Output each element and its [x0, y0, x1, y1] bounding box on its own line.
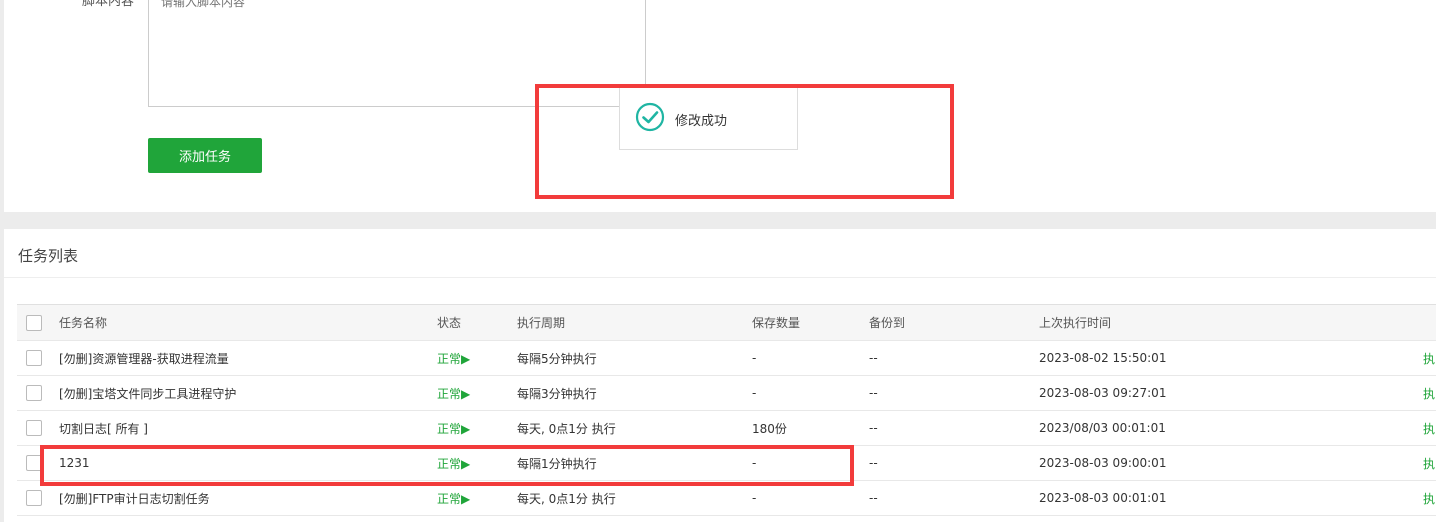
- column-header-backup[interactable]: 备份到: [869, 304, 1039, 341]
- table-row: [勿删]FTP审计日志切割任务 正常▶ 每天, 0点1分 执行 - -- 202…: [17, 480, 1436, 516]
- column-header-status[interactable]: 状态: [437, 304, 517, 341]
- panel-divider: [4, 277, 1436, 278]
- task-last-run: 2023-08-02 15:50:01: [1039, 340, 1423, 376]
- task-name: 1231: [59, 445, 437, 481]
- task-cycle: 每隔5分钟执行: [517, 340, 752, 376]
- execute-link[interactable]: 执: [1423, 445, 1436, 481]
- execute-link[interactable]: 执: [1423, 480, 1436, 516]
- task-name: [勿删]FTP审计日志切割任务: [59, 480, 437, 516]
- column-header-cycle[interactable]: 执行周期: [517, 304, 752, 341]
- task-status-toggle[interactable]: 正常▶: [437, 445, 517, 481]
- task-last-run: 2023/08/03 00:01:01: [1039, 410, 1423, 446]
- task-name: [勿删]宝塔文件同步工具进程守护: [59, 375, 437, 411]
- task-cycle: 每天, 0点1分 执行: [517, 480, 752, 516]
- row-checkbox[interactable]: [26, 385, 42, 401]
- toast-message: 修改成功: [675, 114, 728, 129]
- task-last-run: 2023-08-03 09:27:01: [1039, 375, 1423, 411]
- task-list-panel: 任务列表 任务名称 状态 执行周期 保存数量 备份到 上次执行时间 [勿删]资源…: [4, 229, 1436, 522]
- table-row: 切割日志[ 所有 ] 正常▶ 每天, 0点1分 执行 180份 -- 2023/…: [17, 410, 1436, 446]
- table-row: 1231 正常▶ 每隔1分钟执行 - -- 2023-08-03 09:00:0…: [17, 445, 1436, 481]
- task-backup: --: [869, 480, 1039, 516]
- task-status-toggle[interactable]: 正常▶: [437, 375, 517, 411]
- table-row: [勿删]资源管理器-获取进程流量 正常▶ 每隔5分钟执行 - -- 2023-0…: [17, 340, 1436, 376]
- task-keep: -: [752, 480, 869, 516]
- row-checkbox[interactable]: [26, 490, 42, 506]
- task-last-run: 2023-08-03 00:01:01: [1039, 480, 1423, 516]
- row-checkbox[interactable]: [26, 455, 42, 471]
- task-cycle: 每隔1分钟执行: [517, 445, 752, 481]
- task-backup: --: [869, 445, 1039, 481]
- task-status-toggle[interactable]: 正常▶: [437, 480, 517, 516]
- task-keep: -: [752, 375, 869, 411]
- task-backup: --: [869, 340, 1039, 376]
- task-status-toggle[interactable]: 正常▶: [437, 410, 517, 446]
- row-checkbox[interactable]: [26, 350, 42, 366]
- execute-link[interactable]: 执: [1423, 375, 1436, 411]
- execute-link[interactable]: 执: [1423, 410, 1436, 446]
- task-status-toggle[interactable]: 正常▶: [437, 340, 517, 376]
- script-content-label: 脚本内容: [81, 0, 134, 9]
- column-header-keep[interactable]: 保存数量: [752, 304, 869, 341]
- table-header-row: 任务名称 状态 执行周期 保存数量 备份到 上次执行时间: [17, 304, 1436, 341]
- table-row: [勿删]宝塔文件同步工具进程守护 正常▶ 每隔3分钟执行 - -- 2023-0…: [17, 375, 1436, 411]
- task-backup: --: [869, 375, 1039, 411]
- task-backup: --: [869, 410, 1039, 446]
- execute-link[interactable]: 执: [1423, 340, 1436, 376]
- task-cycle: 每天, 0点1分 执行: [517, 410, 752, 446]
- row-checkbox[interactable]: [26, 420, 42, 436]
- success-check-icon: [635, 102, 665, 132]
- task-table: 任务名称 状态 执行周期 保存数量 备份到 上次执行时间 [勿删]资源管理器-获…: [17, 304, 1436, 516]
- task-keep: -: [752, 340, 869, 376]
- task-cycle: 每隔3分钟执行: [517, 375, 752, 411]
- task-name: 切割日志[ 所有 ]: [59, 410, 437, 446]
- task-name: [勿删]资源管理器-获取进程流量: [59, 340, 437, 376]
- column-header-name[interactable]: 任务名称: [59, 304, 437, 341]
- task-keep: 180份: [752, 410, 869, 446]
- script-content-input[interactable]: [148, 0, 646, 107]
- task-last-run: 2023-08-03 09:00:01: [1039, 445, 1423, 481]
- select-all-cell: [17, 304, 59, 341]
- column-header-last-run[interactable]: 上次执行时间: [1039, 304, 1423, 341]
- task-list-title: 任务列表: [18, 247, 79, 265]
- select-all-checkbox[interactable]: [26, 314, 42, 331]
- task-keep: -: [752, 445, 869, 481]
- success-toast: 修改成功: [619, 86, 798, 150]
- column-header-op: [1423, 304, 1436, 341]
- add-task-button[interactable]: 添加任务: [148, 138, 262, 173]
